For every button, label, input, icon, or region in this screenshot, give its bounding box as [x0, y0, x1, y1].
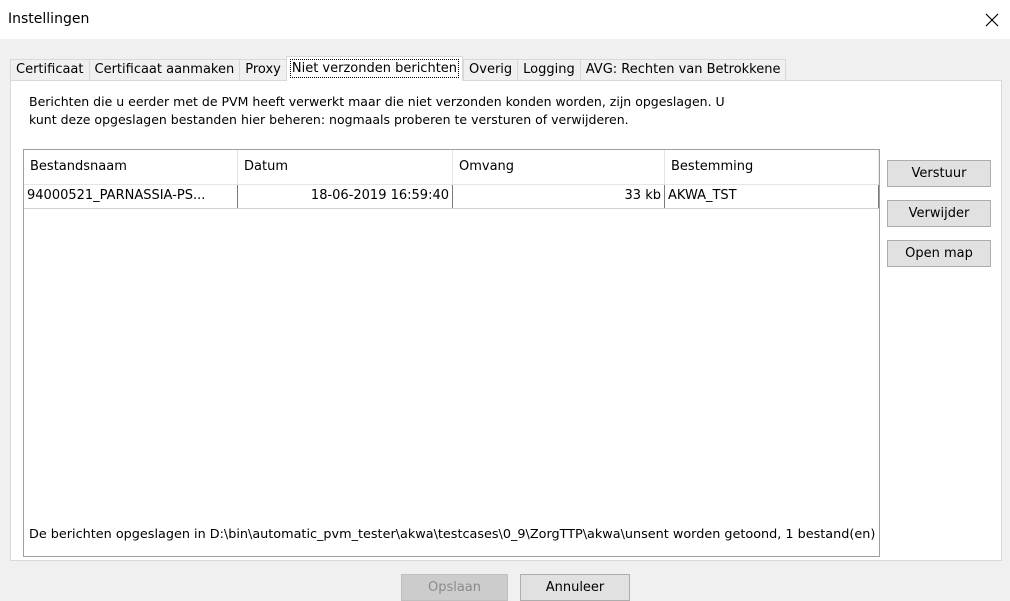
cell-bestemming: AKWA_TST	[665, 185, 879, 208]
cancel-button[interactable]: Annuleer	[520, 574, 630, 601]
description-line-2: kunt deze opgeslagen bestanden hier behe…	[29, 112, 629, 127]
description: Berichten die u eerder met de PVM heeft …	[29, 93, 859, 129]
tab-panel: Berichten die u eerder met de PVM heeft …	[10, 80, 1002, 561]
window-title: Instellingen	[8, 11, 90, 27]
verstuur-button[interactable]: Verstuur	[887, 160, 991, 187]
settings-dialog: Instellingen Certificaat Certificaat aan…	[0, 0, 1010, 601]
verwijder-button[interactable]: Verwijder	[887, 200, 991, 227]
column-header-omvang[interactable]: Omvang	[453, 150, 665, 185]
tab-avg-rechten[interactable]: AVG: Rechten van Betrokkene	[579, 59, 787, 81]
cell-omvang: 33 kb	[453, 185, 665, 208]
status-text: De berichten opgeslagen in D:\bin\automa…	[29, 527, 876, 542]
save-button[interactable]: Opslaan	[401, 574, 508, 601]
tab-overig[interactable]: Overig	[463, 59, 518, 81]
close-icon	[985, 13, 999, 26]
table-header: Bestandsnaam Datum Omvang Bestemming	[24, 150, 879, 185]
tab-logging[interactable]: Logging	[517, 59, 580, 81]
open-map-button[interactable]: Open map	[887, 240, 991, 267]
tab-certificaat[interactable]: Certificaat	[10, 59, 89, 81]
description-line-1: Berichten die u eerder met de PVM heeft …	[29, 94, 725, 109]
column-header-bestandsnaam[interactable]: Bestandsnaam	[24, 150, 238, 185]
unsent-messages-table[interactable]: Bestandsnaam Datum Omvang Bestemming 940…	[23, 149, 880, 557]
tab-certificaat-aanmaken[interactable]: Certificaat aanmaken	[88, 59, 240, 81]
tab-strip: Certificaat Certificaat aanmaken Proxy N…	[10, 56, 787, 81]
tab-niet-verzonden-berichten[interactable]: Niet verzonden berichten	[285, 56, 464, 81]
column-header-bestemming[interactable]: Bestemming	[665, 150, 879, 185]
cell-datum: 18-06-2019 16:59:40	[238, 185, 453, 208]
table-row[interactable]: 94000521_PARNASSIA-PS... 18-06-2019 16:5…	[24, 185, 879, 209]
close-button[interactable]	[974, 0, 1010, 39]
tab-proxy[interactable]: Proxy	[239, 59, 286, 81]
title-bar: Instellingen	[0, 0, 1010, 39]
column-header-datum[interactable]: Datum	[238, 150, 453, 185]
cell-bestandsnaam: 94000521_PARNASSIA-PS...	[24, 185, 238, 208]
